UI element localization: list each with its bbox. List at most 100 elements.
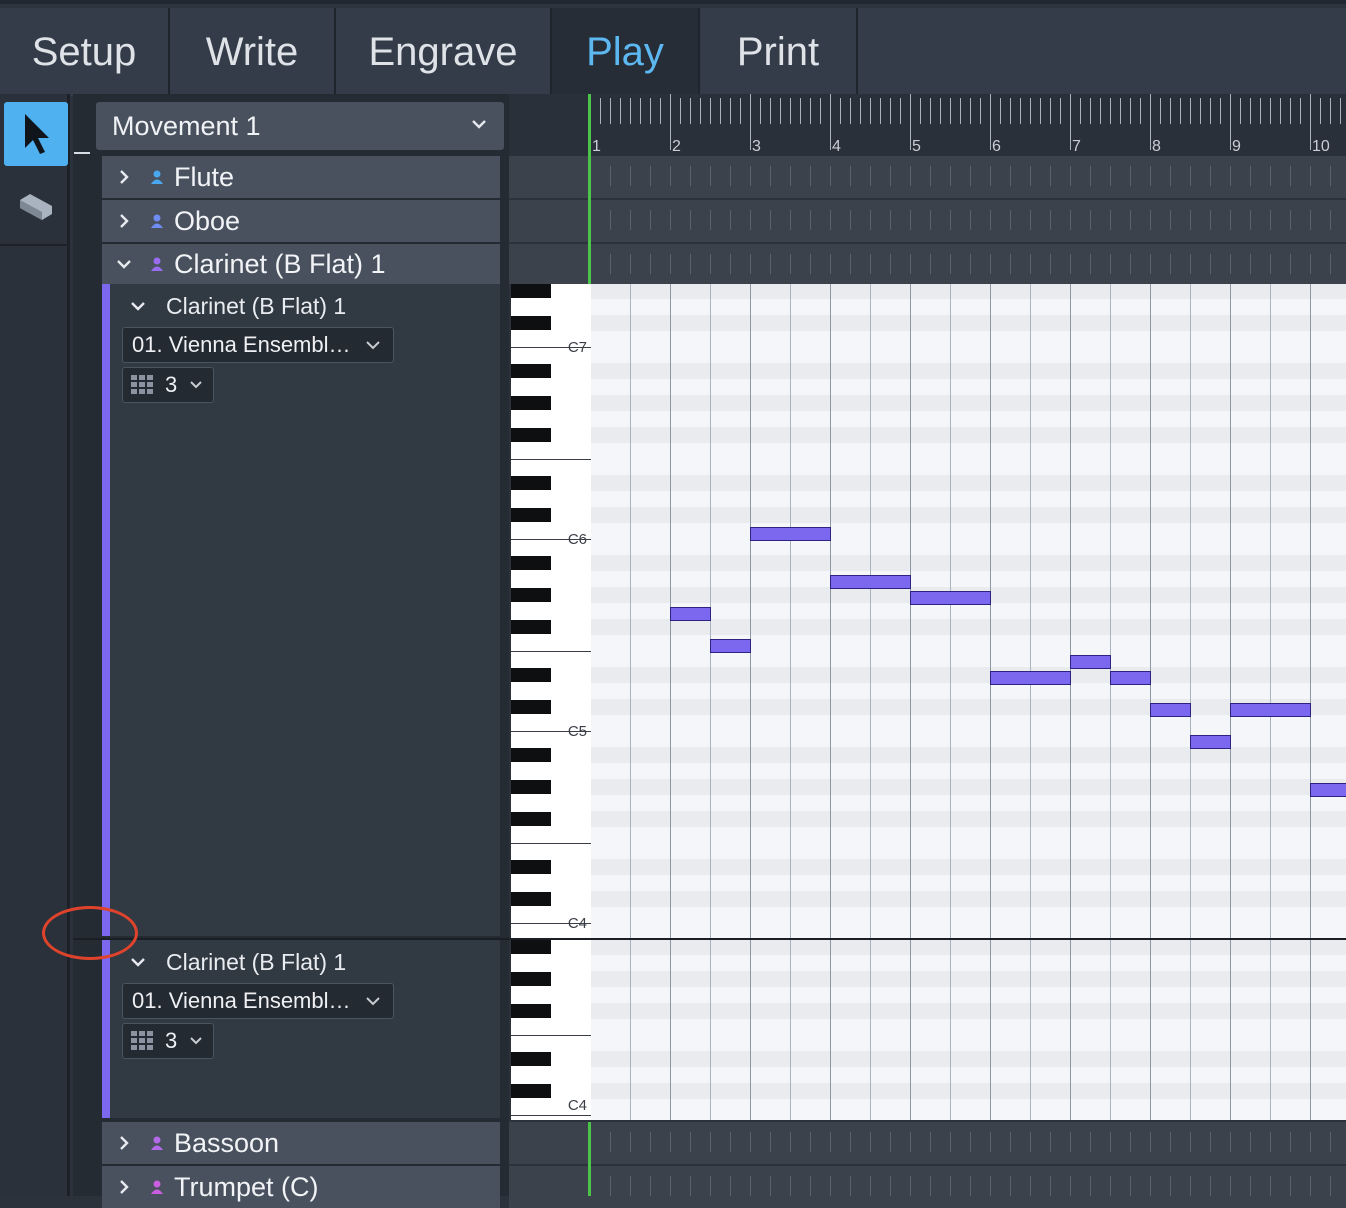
beat-line [1030,284,1031,938]
lane-clarinet[interactable] [509,244,1346,284]
track-clarinet[interactable]: Clarinet (B Flat) 1 [102,244,500,284]
pencil-eraser-icon [20,194,52,220]
lane-tick [830,166,831,186]
chevron-down-icon[interactable] [102,257,146,271]
track-oboe[interactable]: Oboe [102,200,500,242]
midi-note[interactable] [830,575,911,589]
beat-line [830,940,831,1120]
black-key-row [591,619,1346,635]
black-key-row [591,779,1346,795]
draw-tool-button[interactable] [10,182,62,234]
lane-tick [1030,254,1031,274]
ruler-tick [1180,98,1181,124]
ruler-tick [1080,98,1081,124]
channel-selector[interactable]: 3 [122,367,214,403]
ruler-tick [1190,98,1191,124]
track-label: Bassoon [174,1127,280,1158]
black-key-row [591,859,1346,875]
lane-tick [670,210,671,230]
ruler-tick [690,98,691,124]
beat-line [950,940,951,1120]
tab-play[interactable]: Play [552,8,700,96]
lane-tick [1210,1132,1211,1152]
black-key-row [591,667,1346,683]
lane-tick [1210,210,1211,230]
track-flute[interactable]: Flute [102,156,500,198]
lane-bassoon[interactable] [509,1122,1346,1164]
lane-tick [1330,1176,1331,1196]
lane-flute[interactable] [509,156,1346,198]
ruler-tick [1260,98,1261,124]
midi-note[interactable] [670,607,711,621]
ruler-tick [1210,98,1211,124]
midi-note[interactable] [750,527,831,541]
tab-write[interactable]: Write [170,8,336,96]
chevron-right-icon[interactable] [102,212,146,230]
beat-line [1110,284,1111,938]
sound-selector[interactable]: 01. Vienna Ensembl… [122,327,394,363]
ruler-tick [810,98,811,124]
lane-tick [890,166,891,186]
movement-selector[interactable]: Movement 1 [96,102,504,150]
midi-note[interactable] [990,671,1071,685]
tab-engrave[interactable]: Engrave [336,8,552,96]
piano-keyboard[interactable] [511,940,591,1120]
lane-tick [890,1132,891,1152]
piano-roll-editor[interactable] [591,284,1346,938]
black-key [511,780,551,794]
lane-tick [1090,1176,1091,1196]
lane-tick [750,210,751,230]
bar-number: 10 [1312,138,1330,155]
sub-track-header[interactable]: Clarinet (B Flat) 1 [110,286,500,326]
midi-note[interactable] [1070,655,1111,669]
chevron-down-icon[interactable] [110,299,166,313]
sub-track-title: Clarinet (B Flat) 1 [166,292,347,319]
playhead[interactable] [588,94,591,284]
midi-note[interactable] [1150,703,1191,717]
lane-tick [1310,210,1311,230]
midi-note[interactable] [1190,735,1231,749]
sub-track-header[interactable]: Clarinet (B Flat) 1 [110,942,500,982]
tab-setup[interactable]: Setup [0,8,170,96]
ruler-tick [880,98,881,124]
ruler-tick [1240,98,1241,124]
lane-tick [610,1132,611,1152]
ruler-tick [870,98,871,124]
track-trumpet[interactable]: Trumpet (C) [102,1166,500,1208]
piano-roll-editor[interactable] [591,940,1346,1120]
timeline-ruler[interactable] [509,94,1346,156]
black-key [511,396,551,410]
lane-tick [730,1132,731,1152]
ruler-tick [1290,98,1291,124]
lane-tick [1090,210,1091,230]
lane-oboe[interactable] [509,200,1346,242]
ruler-tick [650,98,651,124]
black-key-row [591,971,1346,987]
chevron-right-icon[interactable] [102,1178,146,1196]
midi-note[interactable] [710,639,751,653]
midi-note[interactable] [1310,783,1346,797]
lane-trumpet[interactable] [509,1166,1346,1208]
chevron-down-icon [472,120,486,129]
ruler-tick [930,98,931,124]
sound-selector[interactable]: 01. Vienna Ensembl… [122,983,394,1019]
bar-number: 6 [992,138,1001,155]
midi-note[interactable] [1110,671,1151,685]
tab-print[interactable]: Print [700,8,858,96]
midi-note[interactable] [910,591,991,605]
piano-keyboard[interactable] [511,284,591,938]
lane-tick [810,1176,811,1196]
playhead[interactable] [588,1122,591,1196]
channel-selector[interactable]: 3 [122,1023,214,1059]
chevron-down-icon[interactable] [110,955,166,969]
ruler-tick [1110,98,1111,124]
chevron-right-icon[interactable] [102,1134,146,1152]
lane-tick [610,254,611,274]
ruler-tick [1170,98,1171,124]
ruler-tick [1040,98,1041,124]
select-tool-button[interactable] [4,102,68,166]
track-bassoon[interactable]: Bassoon [102,1122,500,1164]
chevron-right-icon[interactable] [102,168,146,186]
ruler-tick [840,98,841,124]
midi-note[interactable] [1230,703,1311,717]
